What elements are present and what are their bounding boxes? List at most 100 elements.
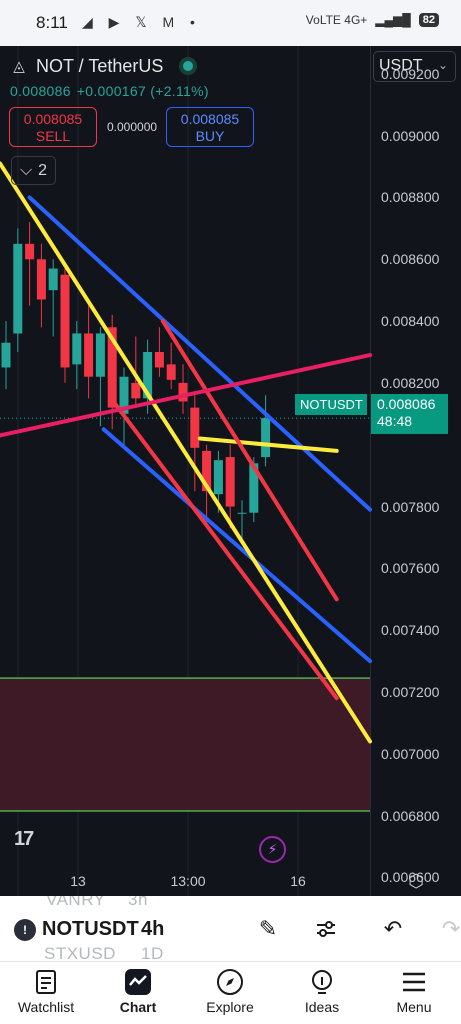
- market-open-icon: [179, 57, 198, 75]
- price-tag-price: 0.008086: [377, 396, 436, 412]
- redo-icon[interactable]: ↷: [436, 914, 461, 944]
- buy-label: BUY: [195, 128, 225, 144]
- yellow-trendline-long: [0, 161, 372, 744]
- network-indicator: VoLTE 4G+: [305, 13, 368, 27]
- price-tag: 0.008086 48:48: [371, 394, 448, 434]
- price-tick-label: 0.007400: [381, 622, 440, 639]
- nav-menu[interactable]: Menu: [374, 968, 454, 1015]
- candle-body: [178, 382, 188, 402]
- price-change-row: 0.008086 +0.000167 (+2.11%): [10, 83, 215, 99]
- price-tag-countdown: 48:48: [377, 413, 413, 429]
- sell-label: SELL: [35, 128, 71, 144]
- price-tick-label: 0.008400: [381, 313, 440, 330]
- symbol-picker-ghost-below: STXUSD: [44, 944, 116, 962]
- sliders-icon: [317, 921, 335, 937]
- candle-body: [1, 342, 11, 368]
- symbol-picker-ghost-above: VANRY: [46, 896, 106, 909]
- chart-settings-icon[interactable]: ⬡: [406, 871, 426, 891]
- candle-body: [25, 243, 35, 260]
- sell-price: 0.008085: [23, 111, 83, 127]
- chart-icon: [124, 968, 152, 996]
- chevron-down-icon: ⌄: [437, 58, 448, 72]
- price-tick-label: 0.008200: [381, 374, 440, 391]
- price-tick-label: 0.007000: [381, 745, 440, 762]
- battery-icon: 82: [418, 13, 439, 27]
- candle-body: [72, 333, 82, 365]
- time-tick-label: 13:00: [170, 873, 206, 889]
- nav-label: Menu: [396, 999, 432, 1015]
- candle-body: [95, 333, 105, 377]
- candle-body: [190, 407, 200, 448]
- indicators-icon[interactable]: [311, 914, 341, 944]
- chevron-down-icon: ⌵: [19, 161, 33, 179]
- price-tick-label: 0.007200: [381, 684, 440, 700]
- nav-explore[interactable]: Explore: [190, 968, 270, 1015]
- nav-label: Chart: [119, 999, 157, 1015]
- symbol-title[interactable]: NOT / TetherUS: [36, 56, 163, 77]
- candle-body: [36, 259, 46, 300]
- watchlist-icon: [32, 968, 60, 996]
- nav-label: Explore: [206, 999, 254, 1015]
- interval-picker-ghost-above: 3h: [128, 896, 148, 909]
- nav-label: Watchlist: [17, 999, 75, 1015]
- time-tick-label: 13: [70, 873, 86, 889]
- candle-body: [213, 460, 223, 495]
- spread-value: 0.000000: [107, 120, 158, 134]
- toolbar-symbol-label: NOTUSDT: [42, 918, 139, 940]
- price-tick-label: 0.009200: [381, 65, 440, 82]
- nav-label: Ideas: [304, 999, 340, 1015]
- symbol-logo-icon: ◬: [13, 58, 25, 75]
- support-zone: [0, 678, 370, 811]
- status-right: VoLTE 4G+ ▂▄▆█ 82: [306, 13, 439, 27]
- price-tick-label: 0.009000: [381, 127, 440, 144]
- signal-icon: ▂▄▆█: [375, 13, 411, 27]
- symbol-picker[interactable]: ! NOTUSDT: [14, 918, 139, 941]
- candle-body: [166, 364, 176, 380]
- chart-canvas[interactable]: [0, 46, 461, 896]
- interval-picker-ghost-below: 1D: [141, 944, 164, 962]
- undo-icon[interactable]: ↶: [378, 914, 408, 944]
- candle-body: [225, 457, 235, 507]
- candle-body: [48, 268, 58, 291]
- candle-body: [237, 512, 247, 514]
- candle-body: [131, 382, 141, 399]
- price-change: +0.000167 (+2.11%): [76, 83, 209, 99]
- interval-picker[interactable]: 4h: [141, 918, 164, 941]
- blue-trendline-lower: [101, 427, 372, 664]
- price-tick-label: 0.007600: [381, 560, 440, 577]
- status-time: 8:11: [36, 13, 68, 32]
- indicators-collapse-button[interactable]: ⌵ 2: [11, 156, 56, 185]
- candle-body: [84, 333, 94, 377]
- candle-body: [60, 274, 70, 368]
- buy-button[interactable]: 0.008085 BUY: [166, 107, 254, 147]
- sell-button[interactable]: 0.008085 SELL: [9, 107, 97, 147]
- candle-body: [154, 352, 164, 368]
- nav-chart[interactable]: Chart: [98, 968, 178, 1015]
- notification-icons: ◢ ▶ 𝕏 M •: [82, 14, 201, 30]
- warning-icon: !: [14, 918, 36, 941]
- indicator-count: 2: [38, 161, 48, 179]
- chart-area[interactable]: ◬ NOT / TetherUS 0.008086 +0.000167 (+2.1…: [0, 46, 461, 896]
- compass-icon: [216, 968, 244, 996]
- symbol-header[interactable]: ◬ NOT / TetherUS: [8, 55, 198, 77]
- price-tick-label: 0.008800: [381, 189, 440, 206]
- buy-price: 0.008085: [180, 111, 240, 127]
- nav-ideas[interactable]: Ideas: [282, 968, 362, 1015]
- last-price: 0.008086: [10, 83, 71, 99]
- candle-body: [261, 418, 271, 458]
- price-tag-symbol: NOTUSDT: [295, 394, 367, 415]
- hamburger-menu-icon: [400, 968, 428, 996]
- lightbulb-icon: [308, 968, 336, 996]
- chart-toolbar: VANRY 3h ! NOTUSDT 4h STXUSD 1D ✎ ↶ ↷: [0, 896, 461, 962]
- bottom-navigation: Watchlist Chart Explore Ideas Menu: [0, 962, 461, 1024]
- price-tick-label: 0.006800: [381, 807, 440, 824]
- lightning-icon[interactable]: ⚡: [259, 836, 286, 863]
- price-tick-label: 0.008600: [381, 251, 440, 268]
- pencil-icon[interactable]: ✎: [253, 914, 283, 944]
- status-bar: 8:11 ◢ ▶ 𝕏 M • VoLTE 4G+ ▂▄▆█ 82: [0, 0, 461, 46]
- price-tick-label: 0.007800: [381, 498, 440, 515]
- nav-watchlist[interactable]: Watchlist: [6, 968, 86, 1015]
- time-tick-label: 16: [290, 873, 306, 889]
- candle-body: [13, 243, 23, 334]
- tradingview-logo[interactable]: 17: [14, 828, 34, 851]
